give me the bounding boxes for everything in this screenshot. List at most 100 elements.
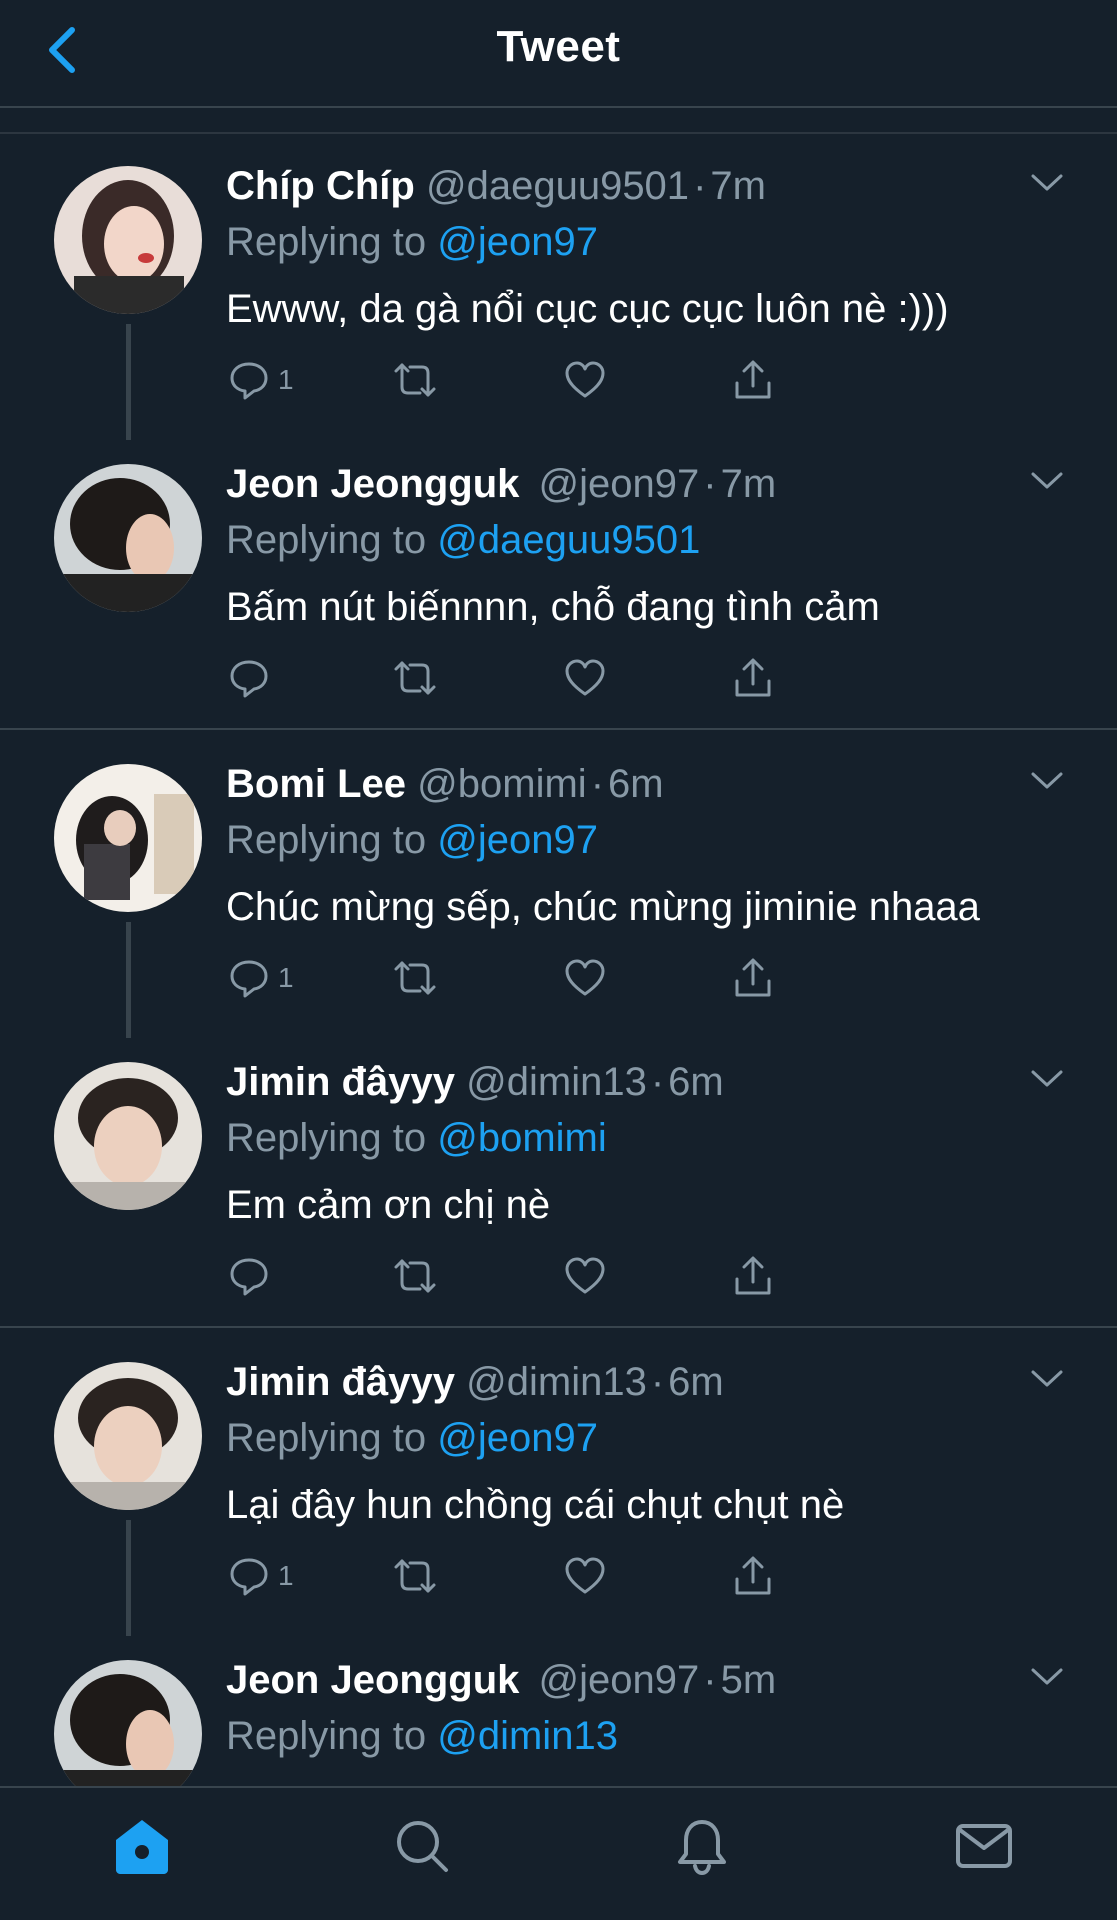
- timestamp: 5m: [720, 1658, 777, 1702]
- reply-to-link[interactable]: @dimin13: [437, 1714, 618, 1758]
- heart-icon: [565, 1557, 605, 1594]
- display-name[interactable]: Jeon Jeongguk: [226, 1658, 519, 1702]
- thread-connector: [126, 324, 131, 440]
- share-icon: [735, 958, 771, 997]
- retweet-button[interactable]: [392, 1252, 438, 1300]
- reply-icon: [230, 660, 268, 698]
- separator-dot: ·: [650, 1360, 665, 1404]
- retweet-button[interactable]: [392, 654, 438, 702]
- tweet-text: Em cảm ơn chị nè: [226, 1183, 551, 1227]
- thread-connector: [126, 922, 131, 1038]
- tweet[interactable]: Chíp Chíp @daeguu9501 · 7m Replying to @je…: [0, 134, 1117, 440]
- tweet[interactable]: Jimin đâyyy @dimin13 · 6m Replying to @jeo…: [0, 1330, 1117, 1636]
- nav-notifications[interactable]: [670, 1814, 734, 1878]
- separator-dot: ·: [693, 164, 707, 208]
- replying-to-label: Replying to: [226, 518, 427, 562]
- retweet-button[interactable]: [392, 954, 438, 1002]
- display-name[interactable]: Jimin đâyyy: [226, 1060, 455, 1104]
- reply-thread: Chíp Chíp @daeguu9501 · 7m Replying to @je…: [0, 134, 1117, 1786]
- nav-home[interactable]: [110, 1814, 174, 1878]
- user-handle: @daeguu9501: [425, 164, 690, 208]
- avatar[interactable]: [54, 1062, 202, 1210]
- retweet-icon: [394, 661, 436, 695]
- retweet-icon: [394, 1259, 436, 1293]
- share-button[interactable]: [730, 1252, 776, 1300]
- timestamp: 6m: [608, 762, 664, 806]
- avatar[interactable]: [54, 1362, 202, 1510]
- reply-to-link[interactable]: @bomimi: [437, 1116, 607, 1160]
- share-button[interactable]: [730, 1552, 776, 1600]
- home-icon: [116, 1820, 168, 1874]
- user-handle: @jeon97: [538, 462, 700, 506]
- separator-dot: ·: [650, 1060, 665, 1104]
- share-button[interactable]: [730, 654, 776, 702]
- retweet-icon: [394, 363, 436, 397]
- chevron-down-icon[interactable]: [1029, 170, 1065, 194]
- retweet-icon: [394, 961, 436, 995]
- share-icon: [735, 1256, 771, 1295]
- page-title: Tweet: [496, 22, 621, 71]
- timestamp: 6m: [668, 1060, 724, 1104]
- display-name[interactable]: Jeon Jeongguk: [226, 462, 519, 506]
- tweet[interactable]: Jeon Jeongguk @jeon97 · 5m Replying to @di…: [0, 1628, 1117, 1786]
- share-button[interactable]: [730, 954, 776, 1002]
- reply-button[interactable]: [226, 1252, 278, 1300]
- reply-button[interactable]: 1: [226, 954, 294, 1002]
- tweet[interactable]: Jimin đâyyy @dimin13 · 6m Replying to @bom…: [0, 1030, 1117, 1328]
- share-icon: [735, 360, 771, 399]
- share-icon: [735, 1556, 771, 1595]
- reply-icon: [230, 362, 268, 400]
- avatar[interactable]: [54, 764, 202, 912]
- tweet[interactable]: Bomi Lee @bomimi · 6m Replying to @jeon97 …: [0, 732, 1117, 1038]
- nav-messages[interactable]: [952, 1814, 1016, 1878]
- tweet-text: Bấm nút biếnnnn, chỗ đang tình cảm: [226, 585, 880, 629]
- reply-icon: [230, 1258, 268, 1296]
- reply-to-link[interactable]: @jeon97: [437, 1416, 598, 1460]
- chevron-down-icon[interactable]: [1029, 468, 1065, 492]
- nav-search[interactable]: [390, 1814, 454, 1878]
- like-button[interactable]: [562, 954, 608, 1002]
- display-name[interactable]: Bomi Lee: [226, 762, 406, 806]
- chevron-down-icon[interactable]: [1029, 1664, 1065, 1688]
- heart-icon: [565, 659, 605, 696]
- heart-icon: [565, 959, 605, 996]
- reply-button[interactable]: [226, 654, 278, 702]
- avatar[interactable]: [54, 464, 202, 612]
- tweet-text: Chúc mừng sếp, chúc mừng jiminie nhaaa: [226, 885, 980, 929]
- reply-button[interactable]: 1: [226, 1552, 294, 1600]
- tweet[interactable]: Jeon Jeongguk @jeon97 · 7m Replying to @da…: [0, 432, 1117, 730]
- like-button[interactable]: [562, 1252, 608, 1300]
- heart-icon: [565, 361, 605, 398]
- avatar[interactable]: [54, 1660, 202, 1786]
- reply-icon: [230, 1558, 268, 1596]
- heart-icon: [565, 1257, 605, 1294]
- chevron-down-icon[interactable]: [1029, 1066, 1065, 1090]
- chevron-down-icon[interactable]: [1029, 1366, 1065, 1390]
- like-button[interactable]: [562, 1552, 608, 1600]
- reply-button[interactable]: 1: [226, 356, 294, 404]
- user-handle: @dimin13: [466, 1360, 647, 1404]
- tweet-actions: 1: [226, 1552, 926, 1600]
- like-button[interactable]: [562, 654, 608, 702]
- replying-to-label: Replying to: [226, 220, 427, 264]
- user-handle: @dimin13: [466, 1060, 647, 1104]
- retweet-button[interactable]: [392, 1552, 438, 1600]
- reply-to-link[interactable]: @jeon97: [437, 818, 598, 862]
- reply-to-link[interactable]: @daeguu9501: [437, 518, 700, 562]
- reply-to-link[interactable]: @jeon97: [437, 220, 598, 264]
- chevron-down-icon[interactable]: [1029, 768, 1065, 792]
- separator-dot: ·: [703, 462, 717, 506]
- like-button[interactable]: [562, 356, 608, 404]
- retweet-button[interactable]: [392, 356, 438, 404]
- replying-to-label: Replying to: [226, 1116, 427, 1160]
- share-icon: [735, 658, 771, 697]
- separator-dot: ·: [703, 1658, 717, 1702]
- replying-to-label: Replying to: [226, 1714, 427, 1758]
- display-name[interactable]: Jimin đâyyy: [226, 1360, 455, 1404]
- display-name[interactable]: Chíp Chíp: [226, 164, 415, 208]
- share-button[interactable]: [730, 356, 776, 404]
- separator-dot: ·: [590, 762, 605, 806]
- reply-icon: [230, 960, 268, 998]
- timestamp: 7m: [710, 164, 766, 208]
- avatar[interactable]: [54, 166, 202, 314]
